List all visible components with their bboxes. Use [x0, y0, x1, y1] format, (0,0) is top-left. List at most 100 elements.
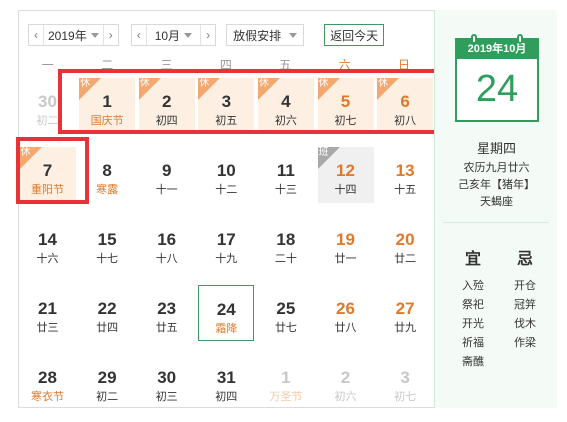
icon-month-label: 2019年10月: [457, 40, 537, 59]
lunar-label: 廿二: [394, 253, 417, 265]
calendar-day-cell[interactable]: 22 廿四: [79, 285, 135, 341]
day-number: 25: [276, 299, 296, 318]
day-number: 19: [336, 230, 355, 249]
weekday-label: 二: [101, 58, 114, 72]
calendar-day-cell[interactable]: 休 4 初六: [257, 78, 314, 134]
day-number: 23: [157, 299, 177, 318]
calendar-day-cell[interactable]: 16 十八: [139, 216, 195, 272]
day-flag-label: 休: [258, 78, 269, 89]
day-number: 18: [276, 230, 296, 249]
calendar-day-cell[interactable]: 11 十三: [258, 147, 314, 203]
back-to-today-button[interactable]: 返回今天: [324, 24, 385, 46]
prev-month-button[interactable]: ‹: [132, 25, 146, 45]
calendar-day-cell[interactable]: 14 十六: [20, 216, 76, 272]
day-flag-label: 休: [20, 147, 31, 158]
lunar-label: 初七: [394, 391, 417, 403]
day-number: 21: [38, 299, 57, 318]
calendar-day-cell[interactable]: 30 初三: [139, 354, 195, 410]
calendar-day-cell[interactable]: 休 1 国庆节: [79, 78, 136, 134]
lunar-label: 寒露: [96, 184, 119, 196]
calendar-day-cell[interactable]: 休 3 初五: [198, 78, 255, 134]
day-number: 12: [336, 161, 355, 180]
calendar-day-cell[interactable]: 9 十一: [139, 147, 195, 203]
calendar-day-cell[interactable]: 30 初二: [20, 78, 76, 134]
day-number: 2: [340, 368, 351, 387]
calendar-day-cell[interactable]: 23 廿五: [139, 285, 195, 341]
yi-item: 开光: [462, 318, 484, 330]
lunar-label: 万圣节: [269, 391, 303, 403]
lunar-label: 霜降: [215, 323, 238, 335]
lunar-label: 十六: [36, 253, 59, 265]
calendar-day-cell[interactable]: 15 十七: [79, 216, 135, 272]
calendar-toolbar: ‹ 2019年 › ‹ 10月 › 放假安排 返回今天: [28, 24, 385, 46]
day-number: 2: [161, 92, 172, 111]
calendar-day-cell[interactable]: 13 十五: [377, 147, 433, 203]
calendar-day-cell[interactable]: 29 初二: [79, 354, 135, 410]
day-number: 29: [97, 368, 117, 387]
prev-year-button[interactable]: ‹: [29, 25, 43, 45]
weekday-label: 日: [398, 58, 411, 72]
lunar-label: 廿五: [155, 322, 178, 334]
lunar-label: 初八: [394, 115, 417, 127]
day-number: 27: [395, 299, 415, 318]
weekday-label: 四: [219, 58, 232, 72]
calendar-day-cell[interactable]: 27 廿九: [377, 285, 433, 341]
weekday-label: 五: [279, 58, 292, 72]
calendar-day-cell[interactable]: 2 初六: [318, 354, 374, 410]
calendar-day-cell[interactable]: 25 廿七: [258, 285, 314, 341]
day-number: 14: [38, 230, 57, 249]
lunar-label: 廿八: [334, 322, 357, 334]
calendar-day-cell[interactable]: 19 廿一: [318, 216, 374, 272]
lunar-label: 廿四: [96, 322, 119, 334]
next-year-button[interactable]: ›: [104, 25, 118, 45]
day-flag-label: 休: [80, 78, 91, 89]
weekday-label: 三: [160, 58, 173, 72]
yi-column: 宜 入殓 祭祀 开光 祈福 斋醮: [448, 245, 498, 372]
lunar-label: 廿七: [274, 322, 297, 334]
calendar-day-cell[interactable]: 20 廿二: [377, 216, 433, 272]
lunar-label: 寒衣节: [31, 391, 64, 403]
lunar-label: 十三: [274, 184, 297, 196]
calendar-day-cell[interactable]: 26 廿八: [318, 285, 374, 341]
month-selector: ‹ 10月 ›: [130, 24, 217, 46]
lunar-label: 初六: [334, 391, 357, 403]
day-flag-label: 休: [199, 78, 210, 89]
icon-day-number: 24: [475, 68, 519, 110]
calendar-day-cell[interactable]: 3 初七: [377, 354, 433, 410]
calendar-ring-icon: [471, 34, 477, 44]
calendar-day-cell[interactable]: 21 廿三: [20, 285, 76, 341]
calendar-day-cell[interactable]: 1 万圣节: [258, 354, 314, 410]
day-number: 30: [38, 92, 57, 111]
day-number: 22: [97, 299, 117, 318]
weekday-label: 一: [41, 58, 54, 72]
calendar-day-cell[interactable]: 10 十二: [198, 147, 254, 203]
calendar-day-cell[interactable]: 休 2 初四: [138, 78, 195, 134]
day-number: 1: [102, 92, 112, 111]
day-number: 3: [400, 368, 410, 387]
calendar-day-cell[interactable]: 24 霜降: [198, 285, 255, 341]
lunar-label: 重阳节: [31, 184, 64, 196]
day-number: 3: [221, 92, 232, 111]
lunar-label: 初四: [155, 115, 178, 127]
next-month-button[interactable]: ›: [201, 25, 215, 45]
day-number: 5: [340, 92, 351, 111]
calendar-ring-icon: [517, 34, 523, 44]
calendar-day-cell[interactable]: 休 6 初八: [377, 78, 434, 134]
day-flag-label: 休: [378, 78, 389, 89]
calendar-day-cell[interactable]: 班 12 十四: [317, 147, 374, 203]
calendar-day-cell[interactable]: 28 寒衣节: [20, 354, 76, 410]
year-dropdown[interactable]: 2019年: [43, 25, 104, 45]
month-dropdown[interactable]: 10月: [145, 25, 202, 45]
ji-list: 开仓 冠笄 伐木 作梁: [500, 277, 550, 353]
yi-item: 祈福: [462, 337, 484, 349]
holiday-dropdown[interactable]: 放假安排: [226, 24, 305, 46]
lunar-label: 廿一: [334, 253, 357, 265]
day-number: 7: [42, 161, 53, 180]
calendar-day-cell[interactable]: 休 5 初七: [317, 78, 374, 134]
day-number: 15: [97, 230, 117, 249]
calendar-day-cell[interactable]: 休 7 重阳节: [19, 147, 76, 203]
calendar-day-cell[interactable]: 18 二十: [258, 216, 314, 272]
calendar-day-cell[interactable]: 8 寒露: [79, 147, 135, 203]
calendar-day-cell[interactable]: 17 十九: [198, 216, 254, 272]
calendar-day-cell[interactable]: 31 初四: [198, 354, 254, 410]
